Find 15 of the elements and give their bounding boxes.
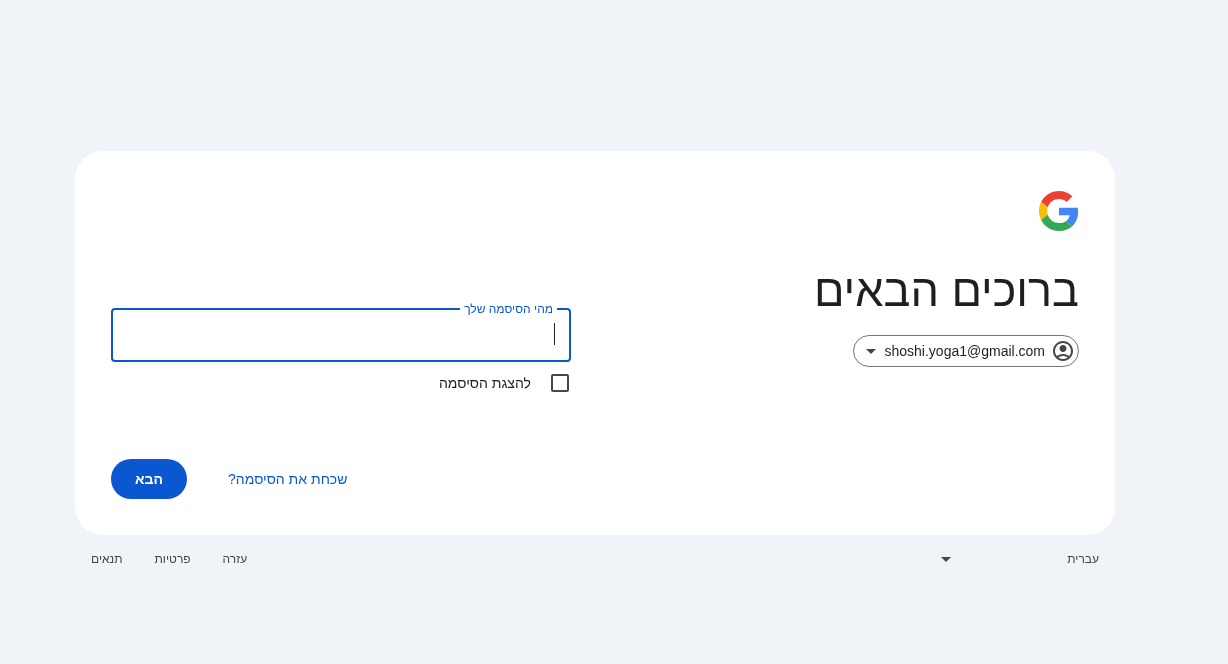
show-password-checkbox[interactable] (551, 374, 569, 392)
password-field-label: מהי הסיסמה שלך (460, 301, 557, 317)
google-logo-icon (1039, 191, 1079, 231)
footer-link[interactable]: תנאים (75, 539, 139, 579)
account-avatar-icon (1053, 341, 1073, 361)
forgot-password-link[interactable]: שכחת את הסיסמה? (212, 459, 364, 499)
dropdown-caret-icon (866, 348, 877, 354)
language-caret-icon (941, 556, 951, 562)
show-password-label: להצגת הסיסמה (438, 373, 531, 393)
next-button[interactable]: הבא (111, 459, 187, 499)
welcome-heading: ברוכים הבאים (813, 265, 1079, 317)
language-select[interactable]: עברית (925, 539, 1115, 579)
text-cursor-icon (554, 323, 555, 345)
footer-link[interactable]: פרטיות (138, 539, 207, 579)
footer-link[interactable]: עזרה (206, 539, 264, 579)
